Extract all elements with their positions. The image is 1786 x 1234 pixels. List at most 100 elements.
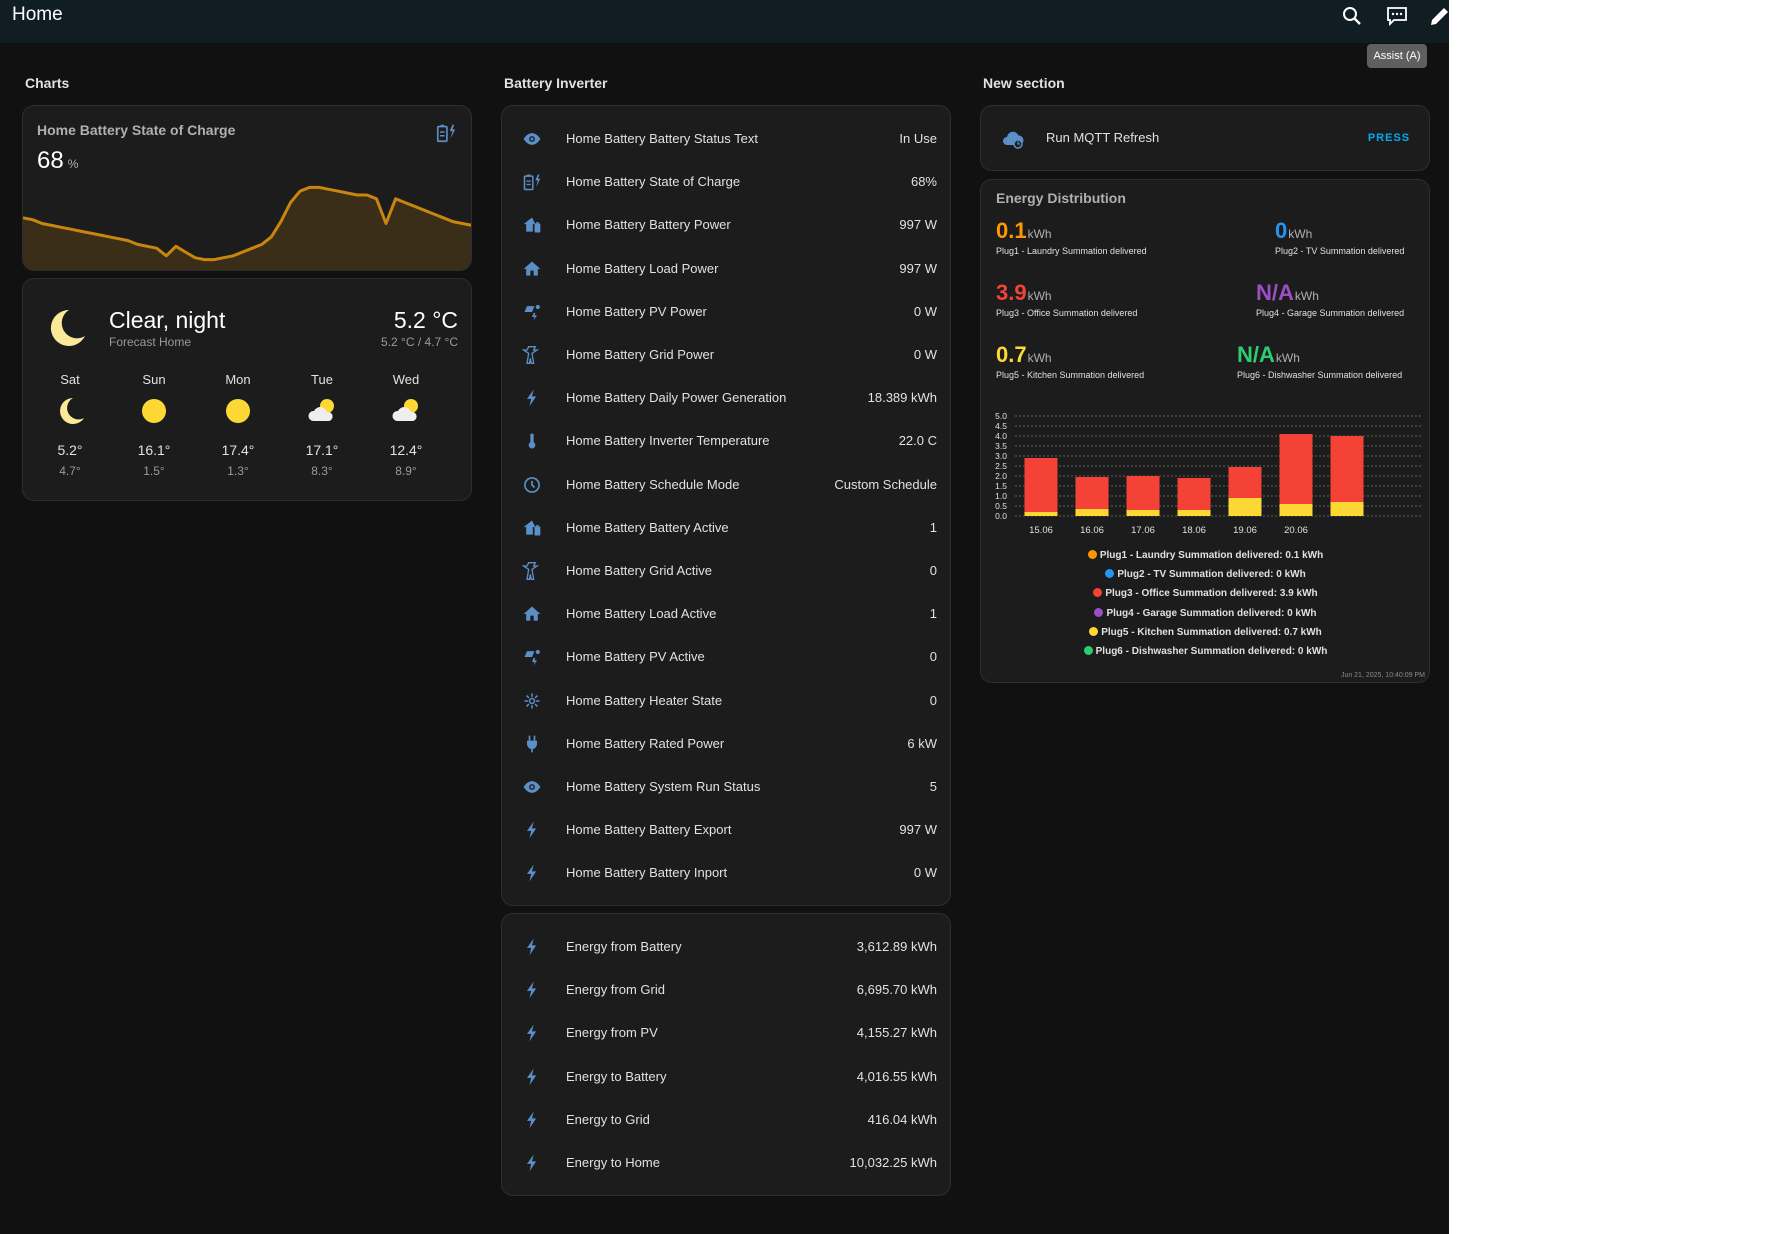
forecast-high: 5.2° <box>57 442 83 458</box>
weather-forecast-card[interactable]: Clear, night Forecast Home 5.2 °C 5.2 °C… <box>22 278 472 501</box>
search-icon[interactable] <box>1340 4 1364 28</box>
sun-icon <box>226 399 250 423</box>
entity-row[interactable]: Energy from Battery 3,612.89 kWh <box>502 928 950 966</box>
x-tick-label: 16.06 <box>1080 525 1104 536</box>
power-plug-icon <box>526 735 538 753</box>
weather-condition: Clear, night <box>109 307 226 333</box>
entity-value: 1 <box>929 519 937 535</box>
entity-value: 0 W <box>913 347 937 362</box>
legend-swatch <box>1089 626 1099 636</box>
energy-summary-item: N/AkWh Plug4 - Garage Summation delivered <box>1256 280 1404 318</box>
entity-row[interactable]: Home Battery Grid Active 0 <box>502 552 950 590</box>
entity-name: Home Battery PV Power <box>566 303 707 319</box>
eye-icon <box>523 781 541 793</box>
legend-swatch <box>1087 550 1097 559</box>
entity-value: 997 W <box>899 822 937 838</box>
moon-icon <box>60 398 84 424</box>
y-tick-label: 3.0 <box>995 451 1007 461</box>
forecast-day: Sun 16.1° 1.5° <box>124 372 184 478</box>
legend-item[interactable]: Plug1 - Laundry Summation delivered: 0.1… <box>981 550 1429 569</box>
assist-chat-icon[interactable] <box>1385 4 1409 28</box>
bar-segment <box>1177 510 1211 516</box>
soc-history-graph <box>23 185 471 270</box>
dashboard-app: Home Assist (A) Charts Battery Inverter … <box>0 0 1449 1234</box>
battery-charging-icon <box>523 174 541 191</box>
legend-item[interactable]: Plug6 - Dishwasher Summation delivered: … <box>981 645 1429 665</box>
energy-summary-label: Plug1 - Laundry Summation delivered <box>996 246 1147 256</box>
forecast-day-label: Sat <box>60 372 80 387</box>
edit-pencil-icon[interactable] <box>1428 4 1449 28</box>
y-tick-label: 0.5 <box>995 501 1007 511</box>
forecast-low: 8.3° <box>311 464 333 478</box>
energy-summary-item: 0kWh Plug2 - TV Summation delivered <box>1275 218 1404 256</box>
assist-tooltip: Assist (A) <box>1367 44 1427 68</box>
soc-area <box>23 187 471 270</box>
entity-name: Home Battery Battery Inport <box>566 865 728 881</box>
forecast-day: Sat 5.2° 4.7° <box>40 372 100 478</box>
entity-row[interactable]: Home Battery Battery Power 997 W <box>502 206 950 244</box>
entity-row[interactable]: Energy from PV 4,155.27 kWh <box>502 1014 950 1052</box>
forecast-day-label: Wed <box>392 372 420 387</box>
entity-value: 997 W <box>899 217 937 233</box>
entity-row[interactable]: Home Battery Daily Power Generation 18.38… <box>502 379 950 417</box>
legend-item[interactable]: Plug2 - TV Summation delivered: 0 kWh <box>981 569 1429 588</box>
entity-row[interactable]: Home Battery Grid Power 0 W <box>502 336 950 374</box>
legend-label: Plug5 - Kitchen Summation delivered: 0.7… <box>1101 626 1322 638</box>
entity-row[interactable]: Home Battery PV Active 0 <box>502 638 950 676</box>
entity-row[interactable]: Home Battery Schedule Mode Custom Schedul… <box>502 466 950 504</box>
energy-summary-label: Plug5 - Kitchen Summation delivered <box>996 370 1145 380</box>
entity-row[interactable]: Home Battery Battery Export 997 W <box>502 811 950 849</box>
press-button[interactable]: PRESS <box>1363 124 1415 152</box>
entity-value: 997 W <box>899 260 937 276</box>
legend-item[interactable]: Plug5 - Kitchen Summation delivered: 0.7… <box>981 626 1429 646</box>
energy-summary-value: 0 <box>1275 218 1288 243</box>
clock-icon <box>524 476 540 493</box>
home-battery-icon <box>523 217 541 233</box>
entity-row[interactable]: Home Battery Heater State 0 <box>502 682 950 720</box>
forecast-high: 17.1° <box>305 442 339 458</box>
entity-row[interactable]: Energy to Battery 4,016.55 kWh <box>502 1058 950 1096</box>
entity-name: Home Battery Battery Power <box>566 217 731 233</box>
entity-row[interactable]: Energy to Home 10,032.25 kWh <box>502 1144 950 1182</box>
entity-row[interactable]: Home Battery Rated Power 6 kW <box>502 725 950 763</box>
entity-row[interactable]: Home Battery Battery Inport 0 W <box>502 854 950 892</box>
mqtt-refresh-card: Run MQTT Refresh PRESS <box>980 105 1430 171</box>
section-title-new-section: New section <box>983 75 1065 91</box>
solar-power-icon <box>524 304 540 321</box>
energy-summary-label: Plug2 - TV Summation delivered <box>1275 246 1405 256</box>
entity-name: Home Battery Grid Active <box>566 563 712 578</box>
entity-row[interactable]: Home Battery Battery Active 1 <box>502 509 950 547</box>
bar-segment <box>1279 504 1313 516</box>
entity-value: 5 <box>929 779 937 794</box>
entity-name: Home Battery Battery Active <box>566 519 729 535</box>
entity-row[interactable]: Home Battery Load Power 997 W <box>502 250 950 288</box>
legend-item[interactable]: Plug3 - Office Summation delivered: 3.9 … <box>981 588 1429 607</box>
x-tick-label: 17.06 <box>1131 525 1155 536</box>
entity-name: Home Battery Battery Export <box>566 822 732 838</box>
entity-name: Energy to Grid <box>566 1111 650 1127</box>
energy-distribution-card[interactable]: Energy Distribution 0.1kWh Plug1 - Laundr… <box>980 179 1430 683</box>
entity-value: 0 <box>929 563 937 578</box>
transmission-tower-icon <box>522 562 540 580</box>
entity-value: 0 W <box>913 865 937 881</box>
bar-segment <box>1228 467 1262 498</box>
entity-name: Home Battery Schedule Mode <box>566 476 740 492</box>
entity-row[interactable]: Energy from Grid 6,695.70 kWh <box>502 971 950 1009</box>
soc-sensor-card[interactable]: Home Battery State of Charge 68% <box>22 105 472 271</box>
entity-row[interactable]: Home Battery State of Charge 68% <box>502 163 950 201</box>
y-tick-label: 3.5 <box>995 441 1007 451</box>
legend-item[interactable]: Plug4 - Garage Summation delivered: 0 kW… <box>981 607 1429 627</box>
bar-segment <box>1024 512 1058 516</box>
entity-row[interactable]: Home Battery PV Power 0 W <box>502 293 950 331</box>
entity-row[interactable]: Home Battery Battery Status Text In Use <box>502 120 950 158</box>
entity-row[interactable]: Home Battery Load Active 1 <box>502 595 950 633</box>
entity-value: 22.0 C <box>898 433 937 449</box>
entity-name: Home Battery PV Active <box>566 649 705 665</box>
entity-name: Energy to Home <box>566 1155 660 1170</box>
legend-label: Plug6 - Dishwasher Summation delivered: … <box>1095 645 1328 657</box>
forecast-low: 8.9° <box>395 464 417 478</box>
entity-row[interactable]: Home Battery Inverter Temperature 22.0 C <box>502 422 950 460</box>
partly-cloudy-icon <box>392 399 418 421</box>
entity-row[interactable]: Energy to Grid 416.04 kWh <box>502 1101 950 1139</box>
entity-row[interactable]: Home Battery System Run Status 5 <box>502 768 950 806</box>
